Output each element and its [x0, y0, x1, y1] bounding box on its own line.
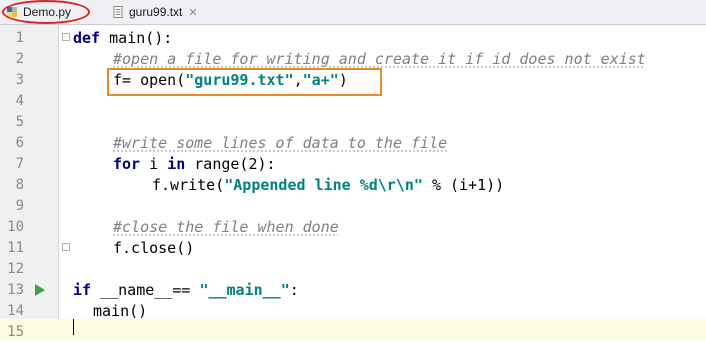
line-number: 3 [15, 72, 24, 88]
code-text: main() [93, 302, 148, 320]
code-text: f.close() [113, 239, 195, 257]
active-tab-annotation-circle [2, 0, 90, 24]
text-cursor [73, 319, 74, 335]
code-line: 10 #close the file when done [7, 217, 706, 238]
string-literal: "Appended line %d\r\n" [224, 176, 423, 194]
code-line: 7 for i in range(2): [16, 154, 706, 175]
keyword-in: in [167, 155, 186, 173]
line-number: 7 [15, 156, 24, 172]
code-line: 15 [7, 322, 706, 343]
comment: #write some lines of data to the file [113, 134, 448, 152]
line-number: 9 [15, 198, 24, 214]
code-text: main(): [100, 29, 173, 47]
string-literal: "__main__" [199, 281, 290, 299]
line-number: 8 [15, 177, 24, 193]
code-line: 2 #open a file for writing and create it… [16, 49, 706, 70]
code-line: 12 [7, 259, 706, 280]
highlighted-open-call-annotation [107, 68, 382, 96]
code-line: 13 if __name__== "__main__": [7, 280, 706, 301]
line-number: 6 [15, 135, 24, 151]
code-line: 1 def main(): [16, 28, 706, 49]
line-number: 1 [15, 30, 24, 46]
close-icon[interactable]: ✕ [188, 6, 197, 19]
fold-icon[interactable] [62, 33, 70, 41]
line-number: 15 [7, 324, 24, 340]
code-text: : [289, 281, 299, 299]
text-file-icon [113, 6, 123, 18]
line-number: 11 [7, 240, 24, 256]
run-arrow-icon[interactable] [35, 284, 45, 296]
tab-label: guru99.txt [129, 5, 183, 19]
code-line: 9 [16, 196, 706, 217]
code-text: % (i+1)) [422, 176, 505, 194]
code-line: 11 f.close() [7, 238, 706, 259]
code-text: f.write( [152, 176, 225, 194]
code-line: 5 [16, 112, 706, 133]
fold-icon[interactable] [62, 243, 70, 251]
editor-tab-bar: Demo.py guru99.txt ✕ [0, 0, 706, 25]
code-text: i [140, 155, 168, 173]
line-number: 10 [7, 219, 24, 235]
line-number: 5 [15, 114, 24, 130]
line-number: 12 [7, 261, 24, 277]
line-number: 2 [15, 51, 24, 67]
code-line: 6 #write some lines of data to the file [16, 133, 706, 154]
line-number: 14 [7, 303, 24, 319]
comment: #close the file when done [113, 218, 339, 236]
comment: #open a file for writing and create it i… [113, 50, 646, 68]
code-text: range(2): [185, 155, 276, 173]
keyword-for: for [113, 155, 141, 173]
keyword-if: if [73, 281, 92, 299]
code-line: 14 main() [7, 301, 706, 322]
line-number: 13 [7, 282, 24, 298]
tab-guru99-txt[interactable]: guru99.txt ✕ [112, 2, 198, 22]
keyword-def: def [73, 29, 101, 47]
line-number: 4 [15, 93, 24, 109]
code-text: __name__== [91, 281, 200, 299]
code-line: 8 f.write("Appended line %d\r\n" % (i+1)… [16, 175, 706, 196]
